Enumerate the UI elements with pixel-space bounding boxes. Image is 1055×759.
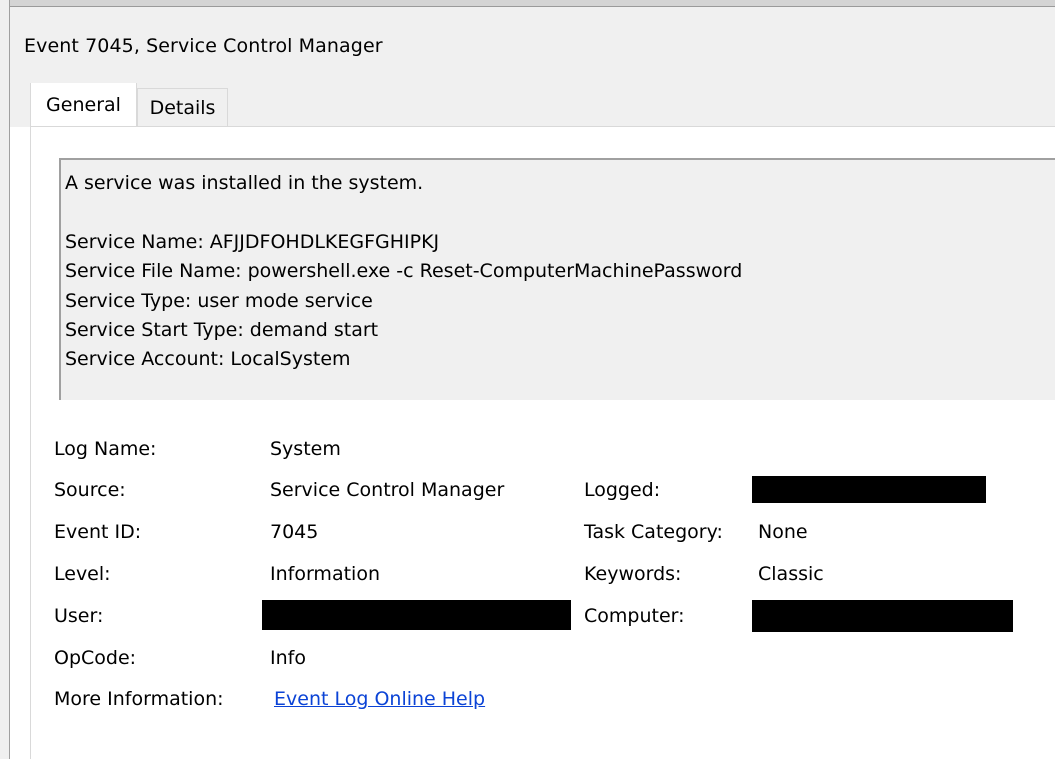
event-description-box[interactable]: A service was installed in the system. S…	[59, 158, 1055, 400]
source-label: Source:	[54, 479, 126, 501]
event-properties-window: Event 7045, Service Control Manager Gene…	[0, 0, 1055, 759]
computer-label: Computer:	[584, 605, 685, 627]
more-information-label: More Information:	[54, 688, 224, 710]
description-service-account: Service Account: LocalSystem	[65, 348, 351, 370]
level-label: Level:	[54, 563, 111, 585]
description-service-start-type: Service Start Type: demand start	[65, 319, 379, 341]
logged-label: Logged:	[584, 479, 661, 501]
keywords-label: Keywords:	[584, 563, 682, 585]
task-category-value: None	[758, 521, 808, 543]
tab-general[interactable]: General	[30, 83, 137, 126]
window-left-border	[0, 0, 10, 759]
task-category-label: Task Category:	[584, 521, 723, 543]
event-title: Event 7045, Service Control Manager	[24, 35, 383, 57]
logged-redacted-value	[752, 476, 986, 503]
opcode-label: OpCode:	[54, 647, 137, 669]
event-id-value: 7045	[270, 521, 319, 543]
level-value: Information	[270, 563, 380, 585]
log-name-value: System	[270, 438, 341, 460]
description-summary: A service was installed in the system.	[65, 172, 424, 194]
description-service-name: Service Name: AFJJDFOHDLKEGFGHIPKJ	[65, 231, 440, 253]
log-name-label: Log Name:	[54, 438, 157, 460]
opcode-value: Info	[270, 647, 306, 669]
user-redacted-value	[262, 600, 571, 630]
window-top-border	[0, 0, 1055, 7]
event-log-online-help-link[interactable]: Event Log Online Help	[274, 688, 485, 710]
user-label: User:	[54, 605, 104, 627]
computer-redacted-value	[752, 600, 1013, 632]
description-service-type: Service Type: user mode service	[65, 290, 373, 312]
description-service-file-name: Service File Name: powershell.exe -c Res…	[65, 260, 743, 282]
event-id-label: Event ID:	[54, 521, 142, 543]
event-header: Event 7045, Service Control Manager	[10, 7, 1055, 83]
tab-details[interactable]: Details	[137, 88, 228, 126]
keywords-value: Classic	[758, 563, 824, 585]
source-value: Service Control Manager	[270, 479, 505, 501]
